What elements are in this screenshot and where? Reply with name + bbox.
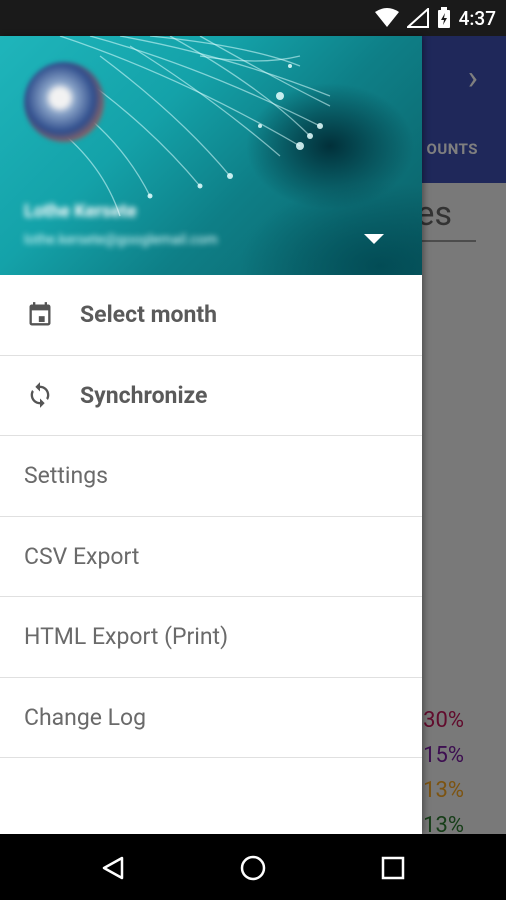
signal-icon [406, 8, 429, 28]
menu-item-label: Change Log [24, 703, 147, 731]
menu-item-select-month[interactable]: Select month [0, 275, 422, 356]
menu-item-settings[interactable]: Settings [0, 436, 422, 517]
system-nav-bar [0, 834, 506, 900]
menu-item-csv-export[interactable]: CSV Export [0, 517, 422, 597]
recents-icon[interactable] [377, 852, 409, 884]
drawer-header: Lothe Kersete lothe.kersete@googlemail.c… [0, 36, 422, 275]
battery-charging-icon [437, 7, 451, 29]
back-icon[interactable] [97, 852, 129, 884]
account-dropdown-icon[interactable] [364, 234, 384, 244]
drawer-menu: Select month Synchronize Settings CSV Ex… [0, 275, 422, 758]
menu-item-label: Settings [24, 462, 108, 490]
menu-item-change-log[interactable]: Change Log [0, 678, 422, 758]
menu-item-label: Synchronize [80, 381, 208, 409]
sync-icon [24, 379, 56, 411]
menu-item-label: CSV Export [24, 542, 140, 570]
wifi-icon [374, 8, 399, 28]
status-bar: 4:37 [0, 0, 506, 36]
menu-item-html-export[interactable]: HTML Export (Print) [0, 597, 422, 678]
account-avatar[interactable] [24, 62, 104, 142]
navigation-drawer: Lothe Kersete lothe.kersete@googlemail.c… [0, 36, 422, 834]
calendar-icon [24, 299, 56, 331]
account-email: lothe.kersete@googlemail.com [24, 232, 218, 248]
menu-item-synchronize[interactable]: Synchronize [0, 356, 422, 436]
menu-item-label: HTML Export (Print) [24, 623, 229, 651]
account-name: Lothe Kersete [24, 201, 137, 222]
status-time: 4:37 [458, 6, 496, 30]
menu-item-label: Select month [80, 301, 218, 329]
home-icon[interactable] [237, 852, 269, 884]
